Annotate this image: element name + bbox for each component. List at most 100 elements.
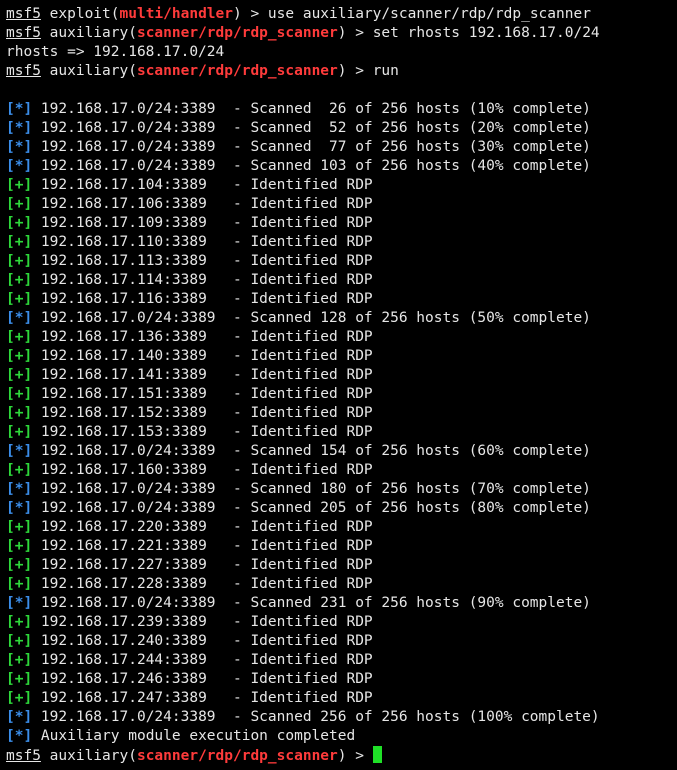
success-status-tag: [+] [6,386,33,402]
result-line: [+] 192.168.17.136:3389 - Identified RDP [6,328,677,347]
success-status-tag: [+] [6,234,33,250]
status-line: [*] 192.168.17.0/24:3389 - Scanned 103 o… [6,157,677,176]
info-status-tag: [*] [6,101,33,117]
status-line: [*] 192.168.17.0/24:3389 - Scanned 128 o… [6,309,677,328]
result-line: [+] 192.168.17.160:3389 - Identified RDP [6,461,677,480]
prompt-context: auxiliary [49,25,129,41]
output-text: 192.168.17.0/24:3389 - Scanned 205 of 25… [32,500,591,516]
output-text: 192.168.17.140:3389 - Identified RDP [32,348,373,364]
terminal-window[interactable]: msf5 exploit(multi/handler) > use auxili… [0,0,677,770]
result-line: [+] 192.168.17.110:3389 - Identified RDP [6,233,677,252]
output-text: 192.168.17.151:3389 - Identified RDP [32,386,373,402]
result-line: [+] 192.168.17.227:3389 - Identified RDP [6,556,677,575]
info-status-tag: [*] [6,481,33,497]
output-text: 192.168.17.110:3389 - Identified RDP [32,234,373,250]
success-status-tag: [+] [6,272,33,288]
prompt-context: auxiliary [49,63,129,79]
info-status-tag: [*] [6,120,33,136]
output-text: 192.168.17.104:3389 - Identified RDP [32,177,373,193]
prompt-module: scanner/rdp/rdp_scanner [136,25,338,41]
output-text: 192.168.17.239:3389 - Identified RDP [32,614,373,630]
success-status-tag: [+] [6,367,33,383]
output-text: 192.168.17.0/24:3389 - Scanned 154 of 25… [32,443,591,459]
output-text: 192.168.17.221:3389 - Identified RDP [32,538,373,554]
result-line: [+] 192.168.17.220:3389 - Identified RDP [6,518,677,537]
output-text: 192.168.17.0/24:3389 - Scanned 103 of 25… [32,158,591,174]
prompt-context: auxiliary [49,748,129,764]
status-line: [*] 192.168.17.0/24:3389 - Scanned 231 o… [6,594,677,613]
success-status-tag: [+] [6,215,33,231]
info-status-tag: [*] [6,728,33,744]
info-status-tag: [*] [6,709,33,725]
output-text: 192.168.17.246:3389 - Identified RDP [32,671,373,687]
output-text: 192.168.17.0/24:3389 - Scanned 26 of 256… [32,101,591,117]
output-text: 192.168.17.0/24:3389 - Scanned 52 of 256… [32,120,591,136]
command-prompt-line: msf5 auxiliary(scanner/rdp/rdp_scanner) … [6,63,399,79]
output-text: 192.168.17.136:3389 - Identified RDP [32,329,373,345]
prompt-msf5: msf5 [6,25,41,41]
success-status-tag: [+] [6,614,33,630]
status-line: [*] Auxiliary module execution completed [6,727,677,746]
status-line: [*] 192.168.17.0/24:3389 - Scanned 256 o… [6,708,677,727]
result-line: [+] 192.168.17.228:3389 - Identified RDP [6,575,677,594]
output-text: 192.168.17.114:3389 - Identified RDP [32,272,373,288]
info-status-tag: [*] [6,158,33,174]
success-status-tag: [+] [6,462,33,478]
result-line: [+] 192.168.17.106:3389 - Identified RDP [6,195,677,214]
command-text: > [346,748,373,764]
status-line: [*] 192.168.17.0/24:3389 - Scanned 26 of… [6,100,677,119]
output-text: 192.168.17.106:3389 - Identified RDP [32,196,373,212]
command-text: > run [346,63,399,79]
result-line: [+] 192.168.17.109:3389 - Identified RDP [6,214,677,233]
output-text: 192.168.17.220:3389 - Identified RDP [32,519,373,535]
command-prompt-line: msf5 auxiliary(scanner/rdp/rdp_scanner) … [6,25,600,41]
output-text: 192.168.17.240:3389 - Identified RDP [32,633,373,649]
success-status-tag: [+] [6,405,33,421]
output-text: 192.168.17.141:3389 - Identified RDP [32,367,373,383]
info-status-tag: [*] [6,139,33,155]
result-line: [+] 192.168.17.140:3389 - Identified RDP [6,347,677,366]
success-status-tag: [+] [6,557,33,573]
output-text: 192.168.17.227:3389 - Identified RDP [32,557,373,573]
result-line: [+] 192.168.17.239:3389 - Identified RDP [6,613,677,632]
output-text: 192.168.17.0/24:3389 - Scanned 77 of 256… [32,139,591,155]
command-text: > use auxiliary/scanner/rdp/rdp_scanner [241,6,591,22]
option-echo-line: rhosts => 192.168.17.0/24 [6,44,225,60]
output-text: 192.168.17.153:3389 - Identified RDP [32,424,373,440]
success-status-tag: [+] [6,348,33,364]
output-text: 192.168.17.109:3389 - Identified RDP [32,215,373,231]
result-line: [+] 192.168.17.247:3389 - Identified RDP [6,689,677,708]
output-text: 192.168.17.152:3389 - Identified RDP [32,405,373,421]
terminal-cursor[interactable] [372,746,382,763]
result-line: [+] 192.168.17.113:3389 - Identified RDP [6,252,677,271]
result-line: [+] 192.168.17.104:3389 - Identified RDP [6,176,677,195]
output-text: 192.168.17.116:3389 - Identified RDP [32,291,373,307]
output-text: 192.168.17.113:3389 - Identified RDP [32,253,373,269]
result-line: [+] 192.168.17.221:3389 - Identified RDP [6,537,677,556]
success-status-tag: [+] [6,538,33,554]
success-status-tag: [+] [6,291,33,307]
success-status-tag: [+] [6,633,33,649]
result-line: [+] 192.168.17.141:3389 - Identified RDP [6,366,677,385]
success-status-tag: [+] [6,671,33,687]
output-text: 192.168.17.244:3389 - Identified RDP [32,652,373,668]
prompt-msf5: msf5 [6,63,41,79]
output-text: Auxiliary module execution completed [32,728,356,744]
info-status-tag: [*] [6,310,33,326]
success-status-tag: [+] [6,253,33,269]
prompt-module: scanner/rdp/rdp_scanner [136,748,338,764]
output-text: 192.168.17.228:3389 - Identified RDP [32,576,373,592]
result-line: [+] 192.168.17.114:3389 - Identified RDP [6,271,677,290]
output-text: 192.168.17.0/24:3389 - Scanned 256 of 25… [32,709,600,725]
success-status-tag: [+] [6,424,33,440]
prompt-msf5: msf5 [6,6,41,22]
result-line: [+] 192.168.17.244:3389 - Identified RDP [6,651,677,670]
result-line: [+] 192.168.17.153:3389 - Identified RDP [6,423,677,442]
result-line: [+] 192.168.17.246:3389 - Identified RDP [6,670,677,689]
output-text: 192.168.17.0/24:3389 - Scanned 128 of 25… [32,310,591,326]
status-line: [*] 192.168.17.0/24:3389 - Scanned 77 of… [6,138,677,157]
command-text: > set rhosts 192.168.17.0/24 [346,25,600,41]
success-status-tag: [+] [6,329,33,345]
success-status-tag: [+] [6,690,33,706]
